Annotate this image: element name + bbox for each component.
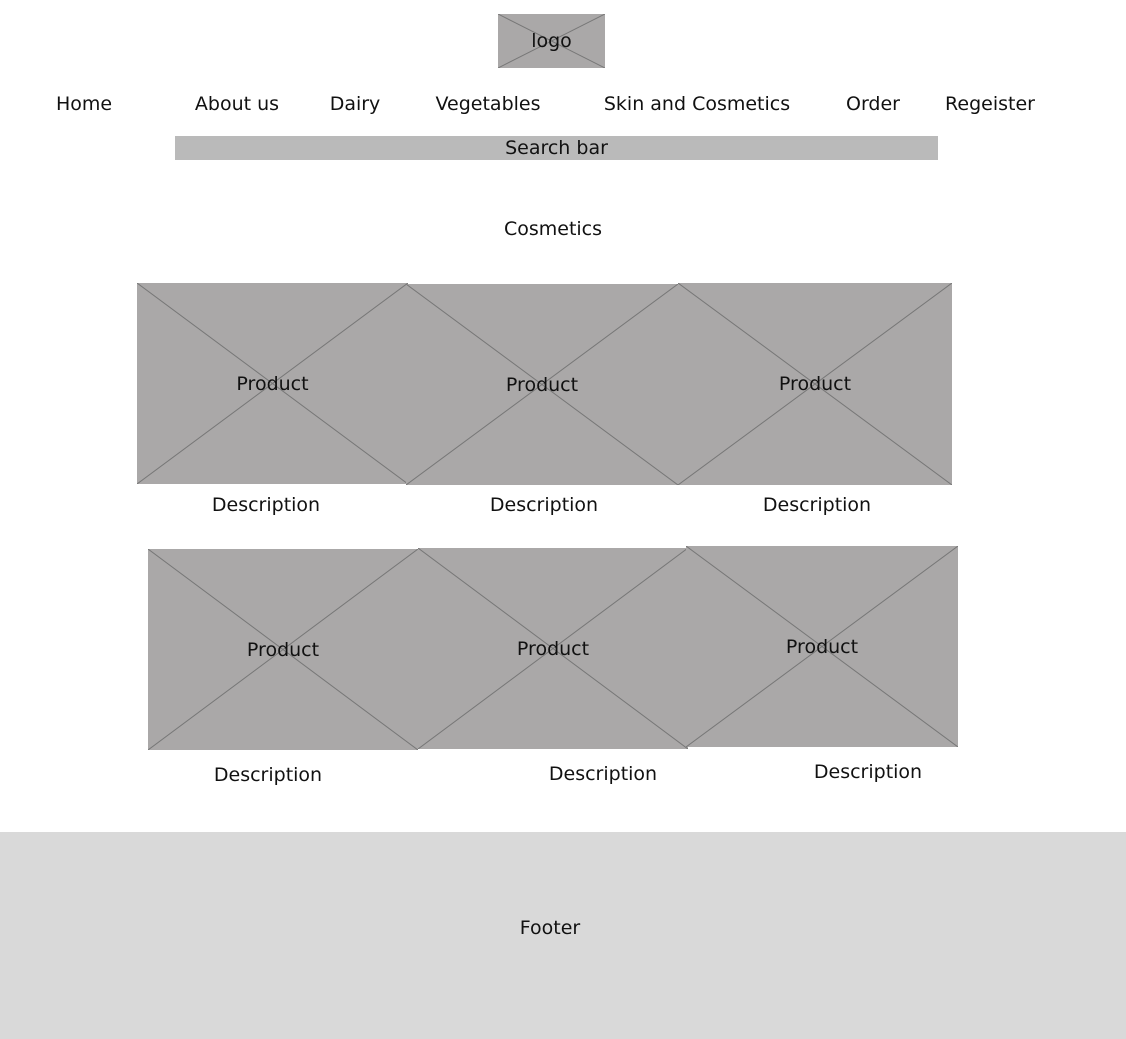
product-label: Product [778, 373, 852, 395]
product-description: Description [548, 763, 658, 785]
nav-home[interactable]: Home [56, 93, 112, 115]
footer: Footer [0, 832, 1126, 1039]
nav-vegetables[interactable]: Vegetables [436, 93, 541, 115]
product-image[interactable]: Product [148, 549, 418, 750]
product-image[interactable]: Product [137, 283, 408, 484]
nav-order[interactable]: Order [846, 93, 900, 115]
product-image[interactable]: Product [418, 548, 688, 749]
product-description: Description [762, 494, 872, 516]
section-title: Cosmetics [503, 218, 603, 240]
nav-skin-and-cosmetics[interactable]: Skin and Cosmetics [604, 93, 790, 115]
product-description: Description [211, 494, 321, 516]
product-label: Product [516, 637, 590, 660]
product-description: Description [489, 494, 599, 516]
search-bar[interactable]: Search bar [175, 136, 938, 160]
product-label: Product [236, 372, 309, 395]
product-label: Product [246, 638, 320, 661]
search-bar-label: Search bar [505, 137, 608, 159]
product-label: Product [505, 373, 579, 396]
product-description: Description [213, 764, 323, 786]
product-description: Description [813, 761, 923, 783]
nav-register[interactable]: Regeister [945, 93, 1035, 115]
product-label: Product [785, 635, 859, 658]
logo-label: logo [531, 30, 572, 52]
nav-dairy[interactable]: Dairy [330, 93, 381, 115]
product-image[interactable]: Product [678, 283, 952, 485]
product-image[interactable]: Product [406, 284, 678, 485]
footer-label: Footer [519, 917, 581, 939]
product-image[interactable]: Product [686, 546, 958, 747]
logo-placeholder[interactable]: logo [498, 14, 605, 68]
nav-about-us[interactable]: About us [195, 93, 279, 115]
